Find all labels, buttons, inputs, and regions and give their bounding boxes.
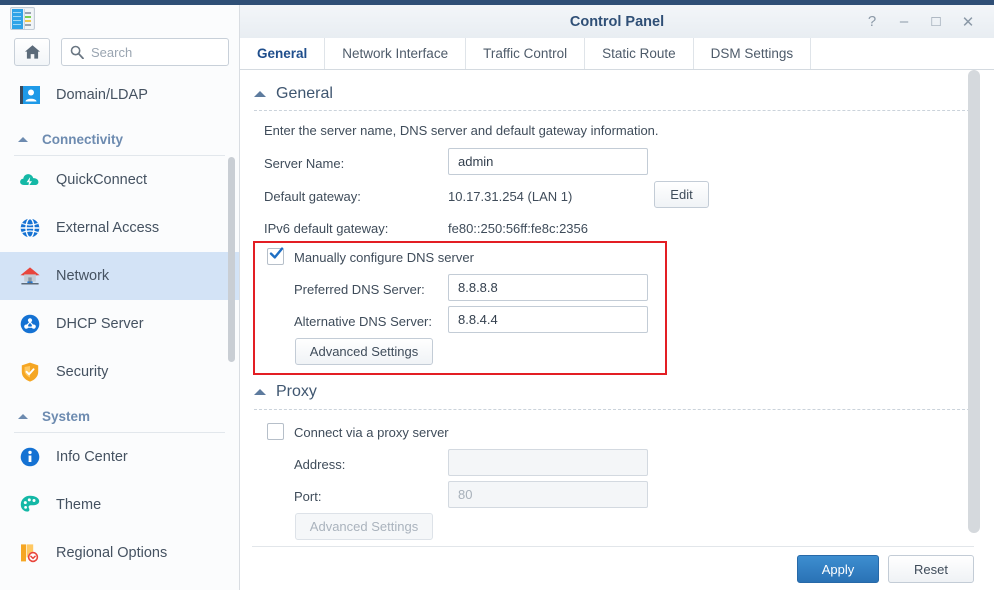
sidebar-group-system[interactable]: System xyxy=(0,400,239,432)
tab-static-route[interactable]: Static Route xyxy=(585,38,694,69)
regional-options-icon xyxy=(18,541,42,565)
tab-network-interface[interactable]: Network Interface xyxy=(325,38,467,69)
sidebar-item-label: Security xyxy=(56,364,109,380)
section-divider xyxy=(254,409,980,410)
main-panel: Control Panel ? – □ ✕ General Network In… xyxy=(240,5,994,590)
proxy-address-input[interactable] xyxy=(448,449,648,476)
default-gateway-value: 10.17.31.254 (LAN 1) xyxy=(448,189,573,204)
tab-dsm-settings[interactable]: DSM Settings xyxy=(694,38,812,69)
control-panel-icon xyxy=(8,5,38,33)
connect-via-proxy-checkbox[interactable] xyxy=(267,423,284,440)
sidebar-item-label: Domain/LDAP xyxy=(56,87,148,103)
theme-icon xyxy=(18,493,42,517)
window-controls: ? – □ ✕ xyxy=(856,5,984,38)
sidebar: Search Domain/LDAP Connectivity QuickCon… xyxy=(0,5,240,590)
section-title: General xyxy=(276,85,333,102)
sidebar-scroll-area: Domain/LDAP Connectivity QuickConnect Ex… xyxy=(0,71,239,590)
sidebar-group-connectivity[interactable]: Connectivity xyxy=(0,123,239,155)
search-icon xyxy=(70,45,84,59)
sidebar-item-regional-options[interactable]: Regional Options xyxy=(0,529,239,577)
proxy-advanced-settings-button[interactable]: Advanced Settings xyxy=(295,513,433,540)
sidebar-item-quickconnect[interactable]: QuickConnect xyxy=(0,156,239,204)
minimize-button[interactable]: – xyxy=(888,5,920,38)
alternative-dns-input[interactable]: 8.8.4.4 xyxy=(448,306,648,333)
sidebar-item-dhcp-server[interactable]: DHCP Server xyxy=(0,300,239,348)
checkmark-icon xyxy=(269,247,284,259)
reset-button[interactable]: Reset xyxy=(888,555,974,583)
tab-general[interactable]: General xyxy=(240,38,326,69)
sidebar-item-network[interactable]: Network xyxy=(0,252,239,300)
server-name-input[interactable]: admin xyxy=(448,148,648,175)
content-area: General Enter the server name, DNS serve… xyxy=(240,70,994,546)
window-title: Control Panel xyxy=(569,13,665,30)
sidebar-scrollbar-thumb[interactable] xyxy=(228,157,235,362)
domain-ldap-icon xyxy=(18,83,42,107)
sidebar-item-domain-ldap[interactable]: Domain/LDAP xyxy=(0,71,239,119)
dns-advanced-settings-button[interactable]: Advanced Settings xyxy=(295,338,433,365)
external-access-icon xyxy=(18,216,42,240)
ipv6-gateway-value: fe80::250:56ff:fe8c:2356 xyxy=(448,221,588,236)
sidebar-item-info-center[interactable]: Info Center xyxy=(0,433,239,481)
sidebar-item-label: Info Center xyxy=(56,449,128,465)
preferred-dns-label: Preferred DNS Server: xyxy=(294,282,425,297)
apply-button[interactable]: Apply xyxy=(797,555,879,583)
title-bar: Control Panel ? – □ ✕ xyxy=(240,5,994,38)
edit-gateway-button[interactable]: Edit xyxy=(654,181,709,208)
footer-bar xyxy=(240,547,994,590)
sidebar-item-security[interactable]: Security xyxy=(0,348,239,396)
tab-traffic-control[interactable]: Traffic Control xyxy=(466,38,586,69)
sidebar-group-label: System xyxy=(42,408,91,424)
proxy-port-label: Port: xyxy=(294,489,322,504)
section-divider xyxy=(254,110,980,111)
proxy-port-input[interactable]: 80 xyxy=(448,481,648,508)
sidebar-item-label: QuickConnect xyxy=(56,172,148,188)
sidebar-item-external-access[interactable]: External Access xyxy=(0,204,239,252)
quickconnect-icon xyxy=(18,168,42,192)
network-icon xyxy=(18,264,42,288)
server-name-label: Server Name: xyxy=(264,156,345,171)
help-button[interactable]: ? xyxy=(856,5,888,38)
chevron-up-icon xyxy=(254,91,266,97)
search-placeholder: Search xyxy=(91,44,133,60)
alternative-dns-label: Alternative DNS Server: xyxy=(294,314,432,329)
chevron-up-icon xyxy=(18,136,28,142)
chevron-up-icon xyxy=(18,413,28,419)
manually-configure-dns-checkbox[interactable] xyxy=(267,247,284,265)
chevron-up-icon xyxy=(254,389,266,395)
section-header-proxy[interactable]: Proxy xyxy=(254,383,317,401)
maximize-button[interactable]: □ xyxy=(920,5,952,38)
sidebar-item-label: External Access xyxy=(56,220,160,236)
sidebar-item-theme[interactable]: Theme xyxy=(0,481,239,529)
general-description: Enter the server name, DNS server and de… xyxy=(264,123,659,138)
tab-bar: General Network Interface Traffic Contro… xyxy=(240,38,994,69)
proxy-address-label: Address: xyxy=(294,457,346,472)
section-title: Proxy xyxy=(276,383,317,400)
sidebar-item-label: DHCP Server xyxy=(56,316,144,332)
ipv6-gateway-label: IPv6 default gateway: xyxy=(264,221,389,236)
default-gateway-label: Default gateway: xyxy=(264,189,361,204)
sidebar-item-label: Network xyxy=(56,268,110,284)
security-icon xyxy=(18,360,42,384)
sidebar-item-label: Theme xyxy=(56,497,102,513)
preferred-dns-input[interactable]: 8.8.8.8 xyxy=(448,274,648,301)
section-header-general[interactable]: General xyxy=(254,85,333,103)
dhcp-server-icon xyxy=(18,312,42,336)
info-center-icon xyxy=(18,445,42,469)
home-button[interactable] xyxy=(14,38,50,66)
manually-configure-dns-label: Manually configure DNS server xyxy=(294,250,474,265)
control-panel-window: Search Domain/LDAP Connectivity QuickCon… xyxy=(0,0,994,590)
sidebar-item-label: Regional Options xyxy=(56,545,168,561)
sidebar-group-label: Connectivity xyxy=(42,131,124,147)
search-input[interactable]: Search xyxy=(61,38,229,66)
content-scrollbar-thumb[interactable] xyxy=(968,70,980,533)
close-button[interactable]: ✕ xyxy=(952,5,984,38)
home-icon xyxy=(24,45,40,59)
connect-via-proxy-label: Connect via a proxy server xyxy=(294,425,449,440)
sidebar-search-row: Search xyxy=(14,38,229,66)
